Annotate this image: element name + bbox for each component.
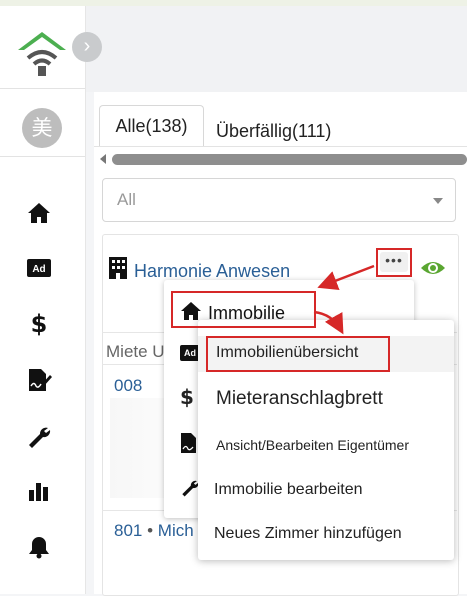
dollar-icon[interactable]: $ (26, 310, 56, 336)
chevron-right-icon[interactable]: › (72, 32, 102, 62)
menu-item-owner-view-edit[interactable]: Ansicht/Bearbeiten Eigentümer (216, 437, 409, 453)
building-icon (109, 257, 127, 279)
unit-link[interactable]: 008 (114, 376, 142, 396)
menu-item-add-room[interactable]: Neues Zimmer hinzufügen (214, 525, 402, 543)
blurred-row-content (110, 398, 165, 498)
svg-text:Ad: Ad (32, 264, 45, 275)
signature-doc-icon[interactable] (180, 432, 198, 454)
house-wifi-logo[interactable] (14, 28, 70, 78)
unit-number: 801 (114, 521, 143, 540)
eye-icon[interactable] (420, 258, 446, 278)
sidebar: 美 Ad $ (0, 6, 86, 594)
rent-column-label: Miete U (106, 342, 165, 361)
bar-chart-icon[interactable] (26, 478, 56, 504)
filter-value: All (117, 190, 136, 209)
home-icon[interactable] (26, 200, 56, 226)
sidebar-divider (0, 88, 85, 89)
bell-icon[interactable] (26, 534, 56, 560)
tabs-divider (94, 146, 467, 147)
wrench-icon[interactable] (180, 478, 200, 498)
menu-item-tenant-board[interactable]: Mieteranschlagbrett (216, 388, 383, 410)
annotation-box-more (376, 248, 412, 277)
avatar[interactable]: 美 (22, 108, 62, 148)
scroll-left-icon[interactable] (100, 154, 106, 164)
tab-all[interactable]: Alle(138) (99, 105, 204, 146)
property-name-link[interactable]: Harmonie Anwesen (134, 261, 290, 282)
filter-select[interactable]: All (102, 178, 456, 222)
menu-item-edit-property[interactable]: Immobilie bearbeiten (214, 481, 363, 499)
svg-text:$: $ (31, 310, 48, 336)
ad-icon[interactable]: Ad (26, 255, 56, 281)
sidebar-divider (0, 156, 85, 157)
header-bar (86, 6, 467, 92)
wrench-icon[interactable] (26, 424, 56, 450)
signature-doc-icon[interactable] (26, 367, 56, 393)
annotation-box-menu-title (171, 291, 316, 328)
chevron-down-icon (433, 198, 443, 204)
ad-icon[interactable]: Ad (180, 345, 200, 361)
horizontal-scrollbar[interactable] (112, 154, 467, 165)
tab-overdue[interactable]: Überfällig(111) (216, 111, 331, 151)
dollar-icon[interactable]: $ (180, 385, 194, 409)
separator-dot: • (147, 521, 154, 540)
unit-row[interactable]: 801 • Mich (114, 521, 194, 541)
annotation-box-overview (206, 336, 390, 372)
tenant-name: Mich (157, 521, 194, 540)
